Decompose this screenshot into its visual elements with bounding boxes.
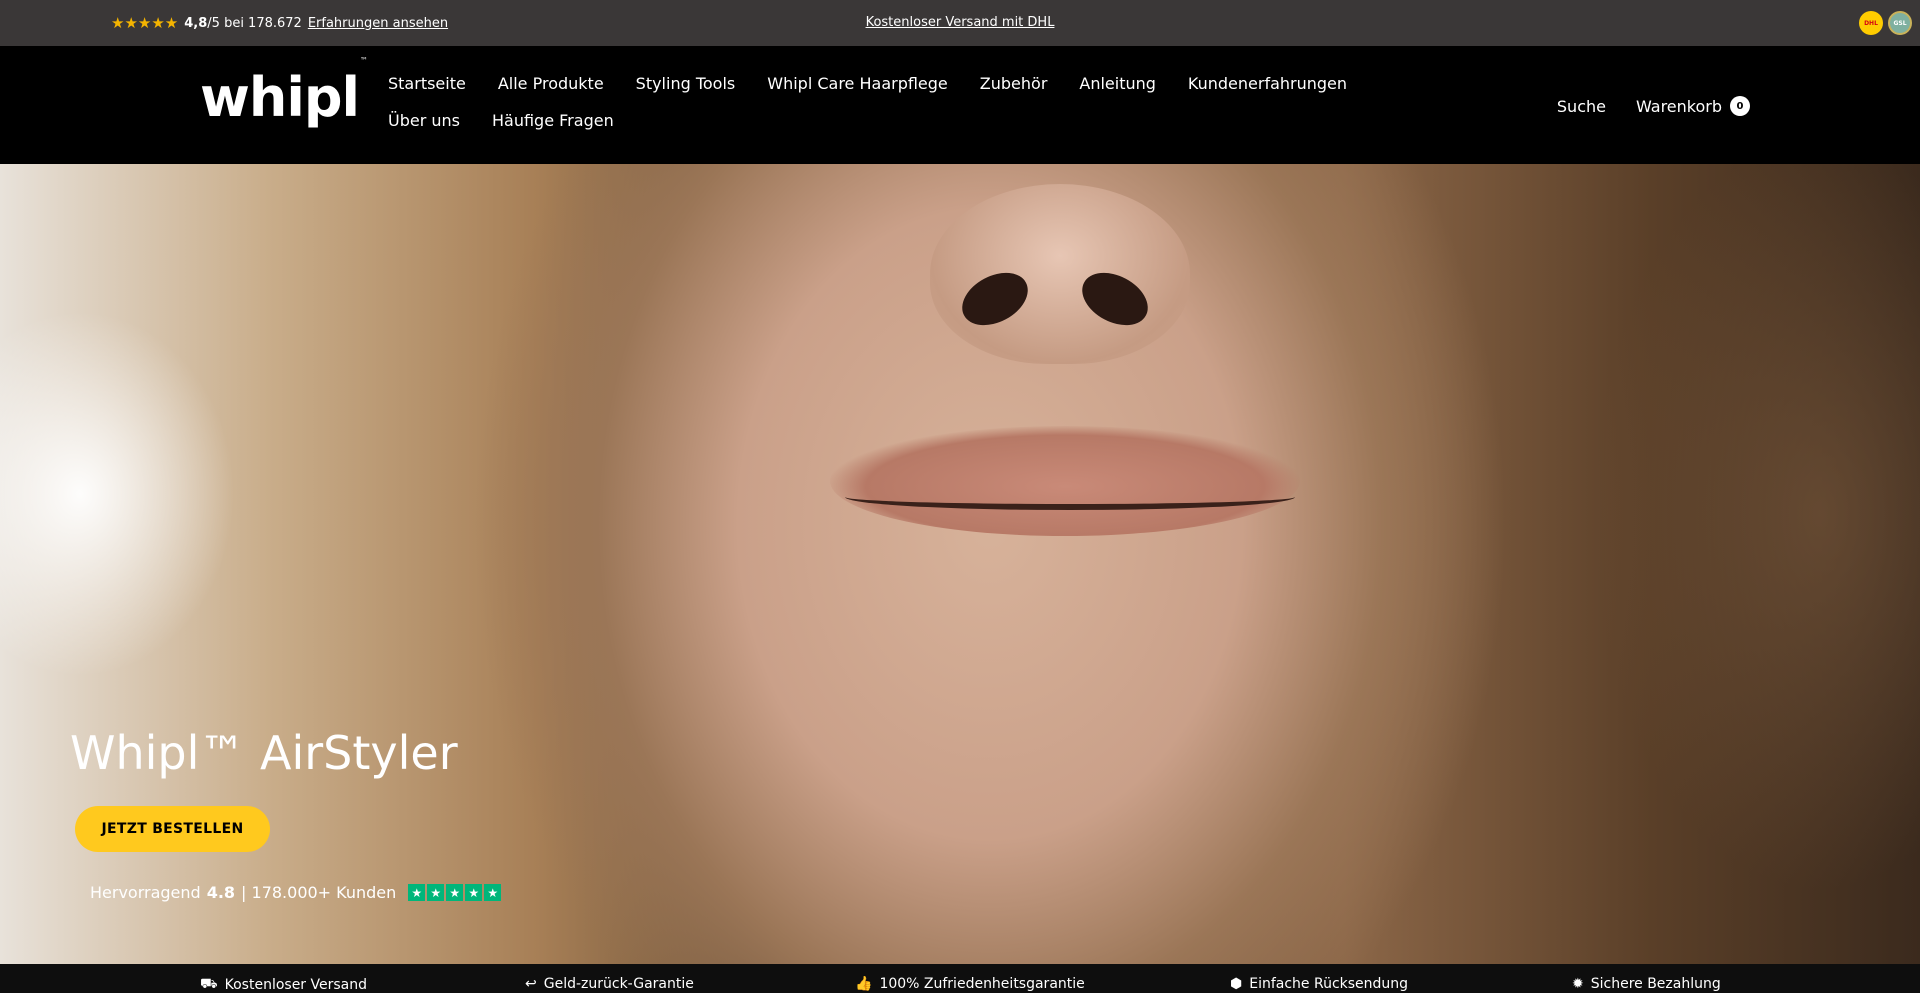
nav-kundenerfahrungen[interactable]: Kundenerfahrungen	[1188, 74, 1347, 93]
cart-label: Warenkorb	[1635, 96, 1722, 116]
dhl-badge-icon: DHL	[1859, 11, 1883, 35]
header-actions: Suche Warenkorb 0	[1557, 96, 1750, 116]
nav-haeufige-fragen[interactable]: Häufige Fragen	[492, 111, 614, 130]
trustpilot-star-icon: ★	[408, 884, 426, 901]
usp-label: Einfache Rücksendung	[1249, 976, 1409, 992]
nav-anleitung[interactable]: Anleitung	[1079, 74, 1156, 93]
trustpilot-star-icon: ★	[484, 884, 502, 901]
thumbs-up-icon: 👍	[855, 976, 873, 992]
hero-image-nose	[930, 184, 1190, 364]
usp-label: 100% Zufriedenheitsgarantie	[879, 976, 1085, 992]
trustpilot-star-icon: ★	[465, 884, 483, 901]
logo-text: whipl	[200, 66, 360, 129]
carrier-badges: DHL GSL	[1859, 11, 1912, 35]
cart-link[interactable]: Warenkorb 0	[1636, 96, 1750, 116]
site-header: whipl™ Startseite Alle Produkte Styling …	[0, 46, 1920, 164]
hero-banner: Whipl™ AirStyler JETZT BESTELLEN Hervorr…	[0, 164, 1920, 964]
gsl-badge-icon: GSL	[1888, 11, 1912, 35]
truck-icon: ⛟	[200, 976, 218, 992]
whipl-logo[interactable]: whipl™	[200, 56, 368, 129]
trust-score: 4.8	[206, 883, 236, 902]
order-now-button[interactable]: JETZT BESTELLEN	[75, 806, 270, 852]
usp-strip: ⛟ Kostenloser Versand ↩ Geld-zurück-Gara…	[0, 964, 1920, 993]
announcement-bar: ★★★★★ 4,8/5 bei 178.672 Erfahrungen anse…	[0, 0, 1920, 46]
trustpilot-rating: Hervorragend 4.8 | 178.000+ Kunden ★ ★ ★…	[90, 883, 502, 902]
return-arrow-icon: ↩	[525, 976, 537, 992]
usp-label: Sichere Bezahlung	[1590, 976, 1721, 992]
hero-image-lip-line	[845, 484, 1295, 510]
trust-suffix: | 178.000+ Kunden	[241, 883, 397, 902]
trustpilot-stars: ★ ★ ★ ★ ★	[408, 884, 502, 901]
usp-label: Geld-zurück-Garantie	[543, 976, 694, 992]
seal-icon: ✹	[1572, 976, 1584, 992]
logo-trademark: ™	[360, 56, 368, 65]
nav-whipl-care[interactable]: Whipl Care Haarpflege	[767, 74, 948, 93]
usp-item-satisfaction: 👍 100% Zufriedenheitsgarantie	[855, 976, 1085, 992]
usp-item-shipping: ⛟ Kostenloser Versand	[200, 976, 367, 993]
nav-ueber-uns[interactable]: Über uns	[388, 111, 460, 130]
usp-label: Kostenloser Versand	[224, 977, 368, 993]
trust-prefix: Hervorragend	[90, 883, 201, 902]
usp-item-secure-payment: ✹ Sichere Bezahlung	[1572, 976, 1721, 992]
nav-styling-tools[interactable]: Styling Tools	[636, 74, 736, 93]
usp-item-money-back: ↩ Geld-zurück-Garantie	[525, 976, 694, 992]
nav-startseite[interactable]: Startseite	[388, 74, 466, 93]
shipping-link[interactable]: Kostenloser Versand mit DHL	[866, 15, 1055, 30]
trustpilot-star-icon: ★	[446, 884, 464, 901]
usp-item-returns: ⬢ Einfache Rücksendung	[1230, 976, 1408, 992]
trustpilot-star-icon: ★	[427, 884, 445, 901]
nav-alle-produkte[interactable]: Alle Produkte	[498, 74, 604, 93]
box-icon: ⬢	[1230, 976, 1243, 992]
nav-zubehoer[interactable]: Zubehör	[980, 74, 1048, 93]
main-navigation: Startseite Alle Produkte Styling Tools W…	[388, 74, 1428, 130]
hero-image-lips	[830, 426, 1300, 536]
shipping-notice: Kostenloser Versand mit DHL	[0, 15, 1920, 30]
cart-count-badge: 0	[1730, 96, 1750, 116]
hero-title: Whipl™ AirStyler	[70, 726, 458, 780]
search-link[interactable]: Suche	[1557, 97, 1606, 116]
